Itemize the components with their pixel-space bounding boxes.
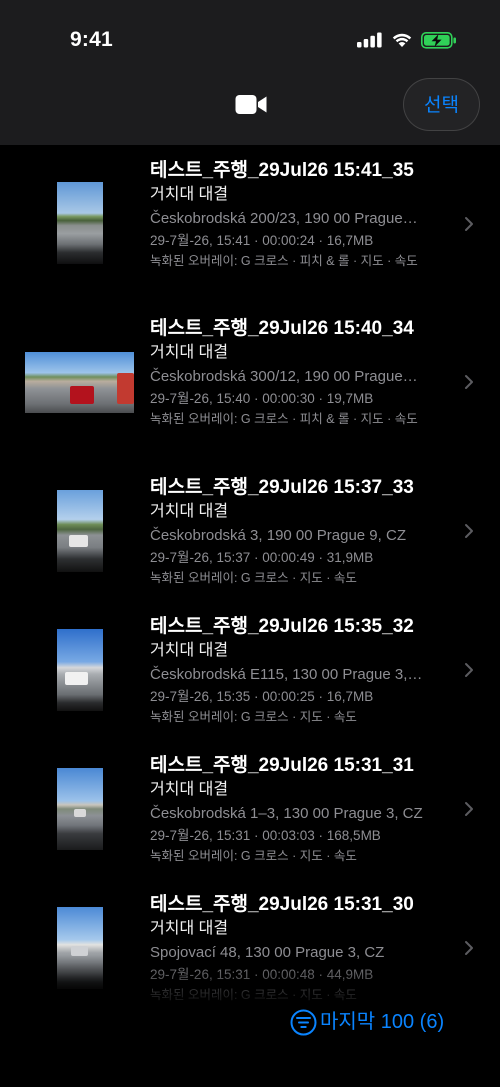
battery-charging-icon	[421, 32, 456, 49]
recording-location: Českobrodská E115, 130 00 Prague 3,…	[150, 666, 423, 683]
recording-row[interactable]: 테스트_주행_29Jul26 15:31_31 거치대 대결 Českobrod…	[0, 750, 500, 889]
recording-title: 테스트_주행_29Jul26 15:31_30	[150, 894, 414, 915]
thumbnail-car	[68, 535, 89, 547]
thumbnail-car	[73, 809, 87, 818]
recording-title: 테스트_주행_29Jul26 15:37_33	[150, 477, 414, 498]
recording-row[interactable]: 테스트_주행_29Jul26 15:40_34 거치대 대결 Českobrod…	[0, 313, 500, 472]
recording-title: 테스트_주행_29Jul26 15:35_32	[150, 616, 414, 637]
recording-details: 29-7월-26, 15:35 · 00:00:25 · 16,7MB	[150, 689, 374, 704]
recording-overlays: 녹화된 오버레이: G 크로스 · 지도 · 속도	[150, 710, 357, 724]
video-camera-icon	[235, 95, 267, 114]
filter-button[interactable]: 마지막 100 (6)	[290, 1005, 444, 1039]
recording-location: Spojovací 48, 130 00 Prague 3, CZ	[150, 944, 385, 961]
recording-title: 테스트_주행_29Jul26 15:40_34	[150, 318, 414, 339]
recording-mount-label: 거치대 대결	[150, 503, 229, 520]
filter-circle-icon	[290, 1009, 317, 1035]
recording-details: 29-7월-26, 15:40 · 00:00:30 · 19,7MB	[150, 391, 374, 406]
chevron-right-icon	[465, 802, 473, 816]
recording-details: 29-7월-26, 15:31 · 00:00:48 · 44,9MB	[150, 967, 374, 982]
recording-mount-label: 거치대 대결	[150, 781, 229, 798]
cellular-signal-icon	[357, 32, 382, 48]
recording-row[interactable]: 테스트_주행_29Jul26 15:41_35 거치대 대결 Českobrod…	[0, 155, 500, 313]
recording-mount-label: 거치대 대결	[150, 344, 229, 361]
recording-info: 테스트_주행_29Jul26 15:35_32 거치대 대결 Českobrod…	[150, 615, 455, 727]
recording-details: 29-7월-26, 15:41 · 00:00:24 · 16,7MB	[150, 233, 374, 248]
recording-title: 테스트_주행_29Jul26 15:41_35	[150, 160, 414, 181]
recording-thumbnail	[25, 352, 134, 413]
recording-overlays: 녹화된 오버레이: G 크로스 · 지도 · 속도	[150, 988, 357, 1002]
chevron-right-icon	[465, 663, 473, 677]
recording-title: 테스트_주행_29Jul26 15:31_31	[150, 755, 414, 776]
recording-info: 테스트_주행_29Jul26 15:37_33 거치대 대결 Českobrod…	[150, 476, 455, 588]
thumbnail-car	[69, 386, 94, 405]
recording-location: Českobrodská 3, 190 00 Prague 9, CZ	[150, 527, 406, 544]
status-bar-time: 9:41	[70, 28, 113, 51]
thumbnail-bus	[116, 372, 134, 405]
recording-thumbnail	[57, 768, 103, 850]
thumbnail-car	[70, 946, 89, 957]
recording-location: Českobrodská 1–3, 130 00 Prague 3, CZ	[150, 805, 423, 822]
select-button[interactable]: 선택	[403, 78, 480, 131]
recording-details: 29-7월-26, 15:31 · 00:03:03 · 168,5MB	[150, 828, 381, 843]
recording-info: 테스트_주행_29Jul26 15:40_34 거치대 대결 Českobrod…	[150, 317, 455, 429]
recording-thumbnail	[57, 182, 103, 264]
recording-overlays: 녹화된 오버레이: G 크로스 · 지도 · 속도	[150, 571, 357, 585]
wifi-icon	[392, 33, 412, 47]
chevron-right-icon	[465, 524, 473, 538]
navigation-header: 9:41 선택	[0, 0, 500, 145]
recording-row[interactable]: 테스트_주행_29Jul26 15:35_32 거치대 대결 Českobrod…	[0, 611, 500, 750]
recording-overlays: 녹화된 오버레이: G 크로스 · 피치 & 롤 · 지도 · 속도	[150, 412, 418, 426]
recording-location: Českobrodská 200/23, 190 00 Prague…	[150, 210, 418, 227]
recording-thumbnail	[57, 490, 103, 572]
chevron-right-icon	[465, 217, 473, 231]
recording-mount-label: 거치대 대결	[150, 920, 229, 937]
recording-row[interactable]: 테스트_주행_29Jul26 15:37_33 거치대 대결 Českobrod…	[0, 472, 500, 611]
recording-mount-label: 거치대 대결	[150, 642, 229, 659]
recording-overlays: 녹화된 오버레이: G 크로스 · 지도 · 속도	[150, 849, 357, 863]
chevron-right-icon	[465, 941, 473, 955]
recording-thumbnail	[57, 907, 103, 989]
recording-details: 29-7월-26, 15:37 · 00:00:49 · 31,9MB	[150, 550, 374, 565]
recording-info: 테스트_주행_29Jul26 15:31_31 거치대 대결 Českobrod…	[150, 754, 455, 866]
recording-location: Českobrodská 300/12, 190 00 Prague…	[150, 368, 418, 385]
recording-thumbnail	[57, 629, 103, 711]
recording-info: 테스트_주행_29Jul26 15:31_30 거치대 대결 Spojovací…	[150, 893, 455, 1005]
recording-overlays: 녹화된 오버레이: G 크로스 · 피치 & 롤 · 지도 · 속도	[150, 254, 418, 268]
filter-label: 마지막 100 (6)	[320, 1011, 445, 1033]
chevron-right-icon	[465, 375, 473, 389]
thumbnail-car	[65, 671, 89, 685]
recording-info: 테스트_주행_29Jul26 15:41_35 거치대 대결 Českobrod…	[150, 159, 455, 271]
recording-mount-label: 거치대 대결	[150, 186, 229, 203]
